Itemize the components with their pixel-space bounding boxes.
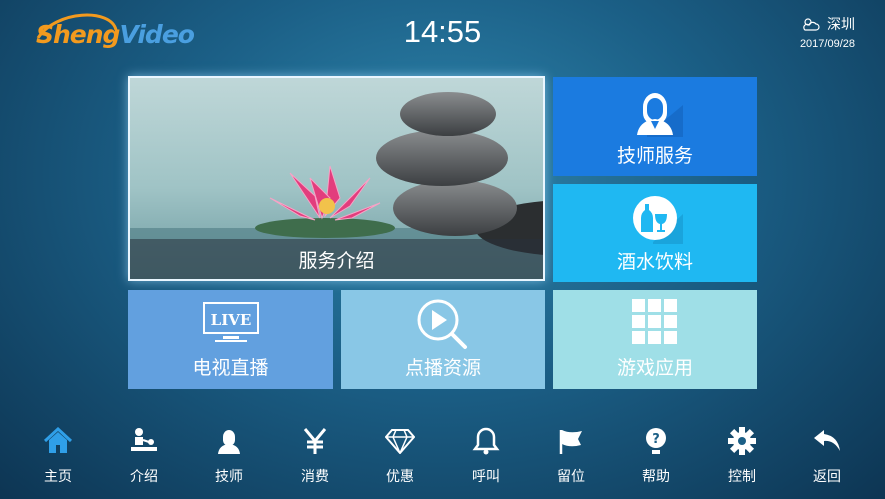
tile-drinks-label: 酒水饮料 [616, 251, 693, 273]
nav-consumption-label: 消费 [301, 469, 329, 485]
nav-reserve[interactable]: 留位 [541, 424, 601, 486]
flag-icon [559, 430, 582, 454]
tile-technician-service[interactable]: 技师服务 [553, 77, 757, 176]
tile-technician-label: 技师服务 [616, 145, 693, 167]
nav-call[interactable]: 呼叫 [456, 424, 516, 486]
app-grid-icon [632, 299, 677, 344]
tile-live-tv[interactable]: LIVE 电视直播 [128, 290, 333, 389]
wine-bottle-icon [633, 196, 683, 244]
gear-icon [728, 427, 756, 455]
technician-icon [637, 93, 683, 137]
nav-consumption[interactable]: 消费 [285, 424, 345, 486]
back-icon [814, 430, 840, 451]
technician-icon [218, 430, 240, 454]
weather-widget: 深圳 2017/09/28 [745, 14, 855, 50]
live-tv-icon: LIVE [202, 302, 259, 342]
nav-reserve-label: 留位 [557, 469, 585, 485]
tile-video-on-demand[interactable]: 点播资源 [341, 290, 545, 389]
tile-drinks[interactable]: 酒水饮料 [553, 184, 757, 282]
nav-technician[interactable]: 技师 [199, 424, 259, 486]
nav-back-label: 返回 [813, 469, 841, 485]
nav-promotions-label: 优惠 [386, 469, 414, 485]
bell-icon [472, 427, 500, 455]
help-icon: ? [646, 428, 666, 454]
home-icon [43, 427, 73, 453]
bottom-nav: 主页 介绍 技师 消费 优惠 呼叫 留位 ? 帮助 控制 返回 [0, 424, 885, 494]
nav-help[interactable]: ? 帮助 [626, 424, 686, 486]
tile-games-apps[interactable]: 游戏应用 [553, 290, 757, 389]
massage-icon [131, 428, 157, 451]
city-name: 深圳 [827, 17, 855, 33]
yen-icon [303, 428, 327, 454]
nav-home-label: 主页 [44, 469, 72, 485]
tile-vod-label: 点播资源 [404, 357, 481, 379]
play-search-icon [417, 299, 467, 349]
svg-text:?: ? [652, 432, 660, 447]
diamond-icon [385, 429, 415, 454]
nav-control[interactable]: 控制 [712, 424, 772, 486]
tile-live-tv-label: 电视直播 [192, 357, 269, 379]
nav-home[interactable]: 主页 [28, 424, 88, 486]
tile-games-label: 游戏应用 [616, 357, 693, 379]
nav-technician-label: 技师 [215, 469, 243, 485]
nav-intro-label: 介绍 [130, 469, 158, 485]
nav-call-label: 呼叫 [472, 469, 500, 485]
nav-intro[interactable]: 介绍 [114, 424, 174, 486]
tile-service-intro-label: 服务介绍 [298, 250, 375, 272]
cloud-sun-icon [803, 18, 820, 31]
nav-back[interactable]: 返回 [797, 424, 857, 486]
tile-service-intro[interactable]: 服务介绍 [128, 76, 545, 281]
live-badge: LIVE [210, 311, 251, 329]
nav-promotions[interactable]: 优惠 [370, 424, 430, 486]
date-text: 2017/09/28 [799, 38, 855, 50]
nav-help-label: 帮助 [642, 469, 670, 485]
nav-control-label: 控制 [728, 469, 756, 485]
